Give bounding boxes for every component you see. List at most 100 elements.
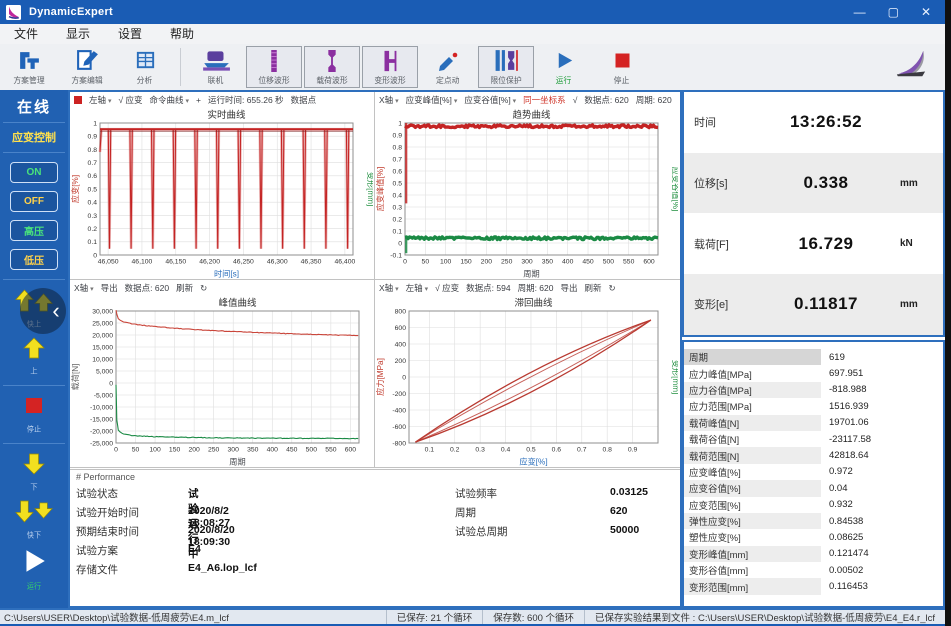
chart-header-item[interactable]: X轴 (74, 282, 94, 294)
on-button[interactable]: ON (10, 162, 58, 183)
readout-label: 位移[s] (684, 175, 766, 191)
off-button[interactable]: OFF (10, 191, 58, 212)
jog-run-button[interactable]: 运行 (20, 547, 48, 592)
svg-text:峰值曲线: 峰值曲线 (218, 297, 257, 309)
jog-point-button[interactable]: 定点动 (420, 46, 476, 88)
chart-header-item[interactable]: √ (573, 95, 578, 105)
chart-peak-header[interactable]: X轴导出数据点: 620 刷新 ↻ (70, 280, 374, 296)
svg-text:时间[s]: 时间[s] (214, 269, 239, 279)
scheme-edit-button[interactable]: 方案编辑 (59, 46, 115, 88)
chart-header-item[interactable]: 周期: 620 (636, 94, 672, 106)
stat-row: 载荷范围[N] 42818.64 (684, 447, 943, 463)
chart-header-item[interactable]: ↻ (609, 283, 616, 294)
connect-button[interactable]: 联机 (188, 46, 244, 88)
chart-trend-header[interactable]: X轴应变峰值[%] 应变谷值[%] 同一坐标系 √ 数据点: 620 周期: 620 (375, 92, 680, 108)
minimize-button[interactable]: — (854, 0, 866, 24)
chart-header-item[interactable]: 应变峰值[%] (406, 94, 458, 106)
svg-text:变形[mm]: 变形[mm] (366, 172, 373, 207)
toolbar-button-label: 方案编辑 (71, 74, 102, 85)
chart-header-item[interactable]: X轴 (379, 94, 399, 106)
performance-value: E4 (188, 543, 201, 555)
high-pressure-button[interactable]: 高压 (10, 220, 58, 241)
svg-text:5,000: 5,000 (96, 368, 113, 375)
chart-header-item[interactable]: X轴 (379, 282, 399, 294)
svg-text:-800: -800 (392, 440, 406, 447)
chart-header-item[interactable]: 数据点: 594 (466, 282, 510, 294)
chart-header-item[interactable]: 导出 (101, 282, 118, 294)
axial-specimen-icon (263, 47, 285, 74)
chart-header-item[interactable]: 刷新 (584, 282, 601, 294)
chart-header-item[interactable]: 左轴 (406, 282, 428, 294)
chart-header-item[interactable]: 数据点: 620 (584, 94, 628, 106)
chart-header-item[interactable]: + (196, 95, 201, 105)
fast-down-button[interactable]: 快下 (13, 499, 55, 541)
close-button[interactable]: ✕ (921, 0, 931, 24)
menu-item-settings[interactable]: 设置 (104, 24, 156, 44)
svg-text:0.1: 0.1 (393, 228, 403, 235)
menu-item-view[interactable]: 显示 (52, 24, 104, 44)
stat-row: 塑性应变[%] 0.08625 (684, 529, 943, 545)
svg-text:1: 1 (93, 120, 97, 127)
chart-header-item[interactable]: 数据点: 620 (125, 282, 169, 294)
svg-text:0.2: 0.2 (88, 226, 98, 233)
chart-header-item[interactable]: 命令曲线 (150, 94, 189, 106)
maximize-button[interactable]: ▢ (888, 0, 899, 24)
up-button[interactable]: 上 (21, 336, 47, 377)
menu-item-file[interactable]: 文件 (0, 24, 52, 44)
ct-specimen-icon (379, 47, 401, 74)
chart-header-item[interactable]: 刷新 (176, 282, 193, 294)
analysis-button[interactable]: 分析 (117, 46, 173, 88)
chart-header-item[interactable]: 周期: 620 (518, 282, 554, 294)
stat-row: 应力范围[MPa] 1516.939 (684, 398, 943, 414)
chart-header-item[interactable]: √ 应变 (435, 282, 459, 294)
svg-text:0.5: 0.5 (88, 186, 98, 193)
chart-header-item[interactable]: √ 应变 (118, 94, 142, 106)
performance-value: 0.03125 (610, 486, 648, 498)
chart-header-item[interactable]: 应变谷值[%] (464, 94, 516, 106)
chart-hysteresis-header[interactable]: X轴左轴 √ 应变数据点: 594 周期: 620 导出刷新 ↻ (375, 280, 680, 296)
svg-text:应变峰值[%]: 应变峰值[%] (375, 167, 385, 212)
svg-text:实时曲线: 实时曲线 (207, 109, 246, 121)
stat-row: 周期 619 (684, 349, 943, 365)
strain-wave-button[interactable]: 变形波形 (362, 46, 418, 88)
toolbar-button-label: 联机 (208, 74, 224, 85)
stat-value: 0.08625 (821, 532, 863, 543)
limit-protect-button[interactable]: 限位保护 (478, 46, 534, 88)
stat-label: 应变峰值[%] (684, 464, 821, 480)
svg-text:0.4: 0.4 (501, 447, 511, 454)
low-pressure-button[interactable]: 低压 (10, 249, 58, 270)
svg-text:600: 600 (643, 259, 655, 266)
performance-label: 周期 (455, 505, 585, 520)
svg-text:-5,000: -5,000 (94, 392, 113, 399)
stop-button[interactable]: 停止 (594, 46, 650, 88)
displacement-wave-button[interactable]: 位移波形 (246, 46, 302, 88)
svg-text:500: 500 (603, 259, 615, 266)
chart-header-item[interactable]: 同一坐标系 (523, 94, 566, 106)
load-wave-button[interactable]: 载荷波形 (304, 46, 360, 88)
readout-row: 变形[e] 0.11817 mm (684, 274, 943, 335)
stat-value: 0.00502 (821, 565, 863, 576)
chart-realtime-header[interactable]: 左轴 √ 应变命令曲线 + 运行时间: 655.26 秒数据点 (70, 92, 374, 108)
chart-header-item[interactable]: 左轴 (89, 94, 111, 106)
svg-text:100: 100 (149, 447, 161, 454)
divider (3, 279, 65, 280)
chart-header-item[interactable] (74, 96, 82, 104)
svg-text:150: 150 (460, 259, 472, 266)
chart-header-item[interactable]: ↻ (200, 283, 207, 294)
svg-text:0.9: 0.9 (393, 132, 403, 139)
chart-header-item[interactable]: 数据点 (291, 94, 317, 106)
chart-region: 左轴√ 应变命令曲线+运行时间: 655.26 秒数据点46,05046,100… (68, 90, 682, 608)
app-window: DynamicExpert —▢✕ 文件显示设置帮助 方案管理 方案编辑 分析 … (0, 0, 945, 626)
jog-stop-button[interactable]: 停止 (22, 394, 46, 435)
down-button[interactable]: 下 (21, 452, 47, 493)
chart-header-item[interactable]: 运行时间: 655.26 秒 (208, 94, 284, 106)
scheme-manage-button[interactable]: 方案管理 (1, 46, 57, 88)
toolbar-button-label: 方案管理 (13, 74, 44, 85)
menu-item-help[interactable]: 帮助 (156, 24, 208, 44)
performance-label: 试验频率 (455, 486, 585, 501)
chart-header-item[interactable]: 导出 (560, 282, 577, 294)
svg-text:-400: -400 (392, 407, 406, 414)
run-button[interactable]: 运行 (536, 46, 592, 88)
svg-text:250: 250 (208, 447, 220, 454)
stat-label: 塑性应变[%] (684, 529, 821, 545)
